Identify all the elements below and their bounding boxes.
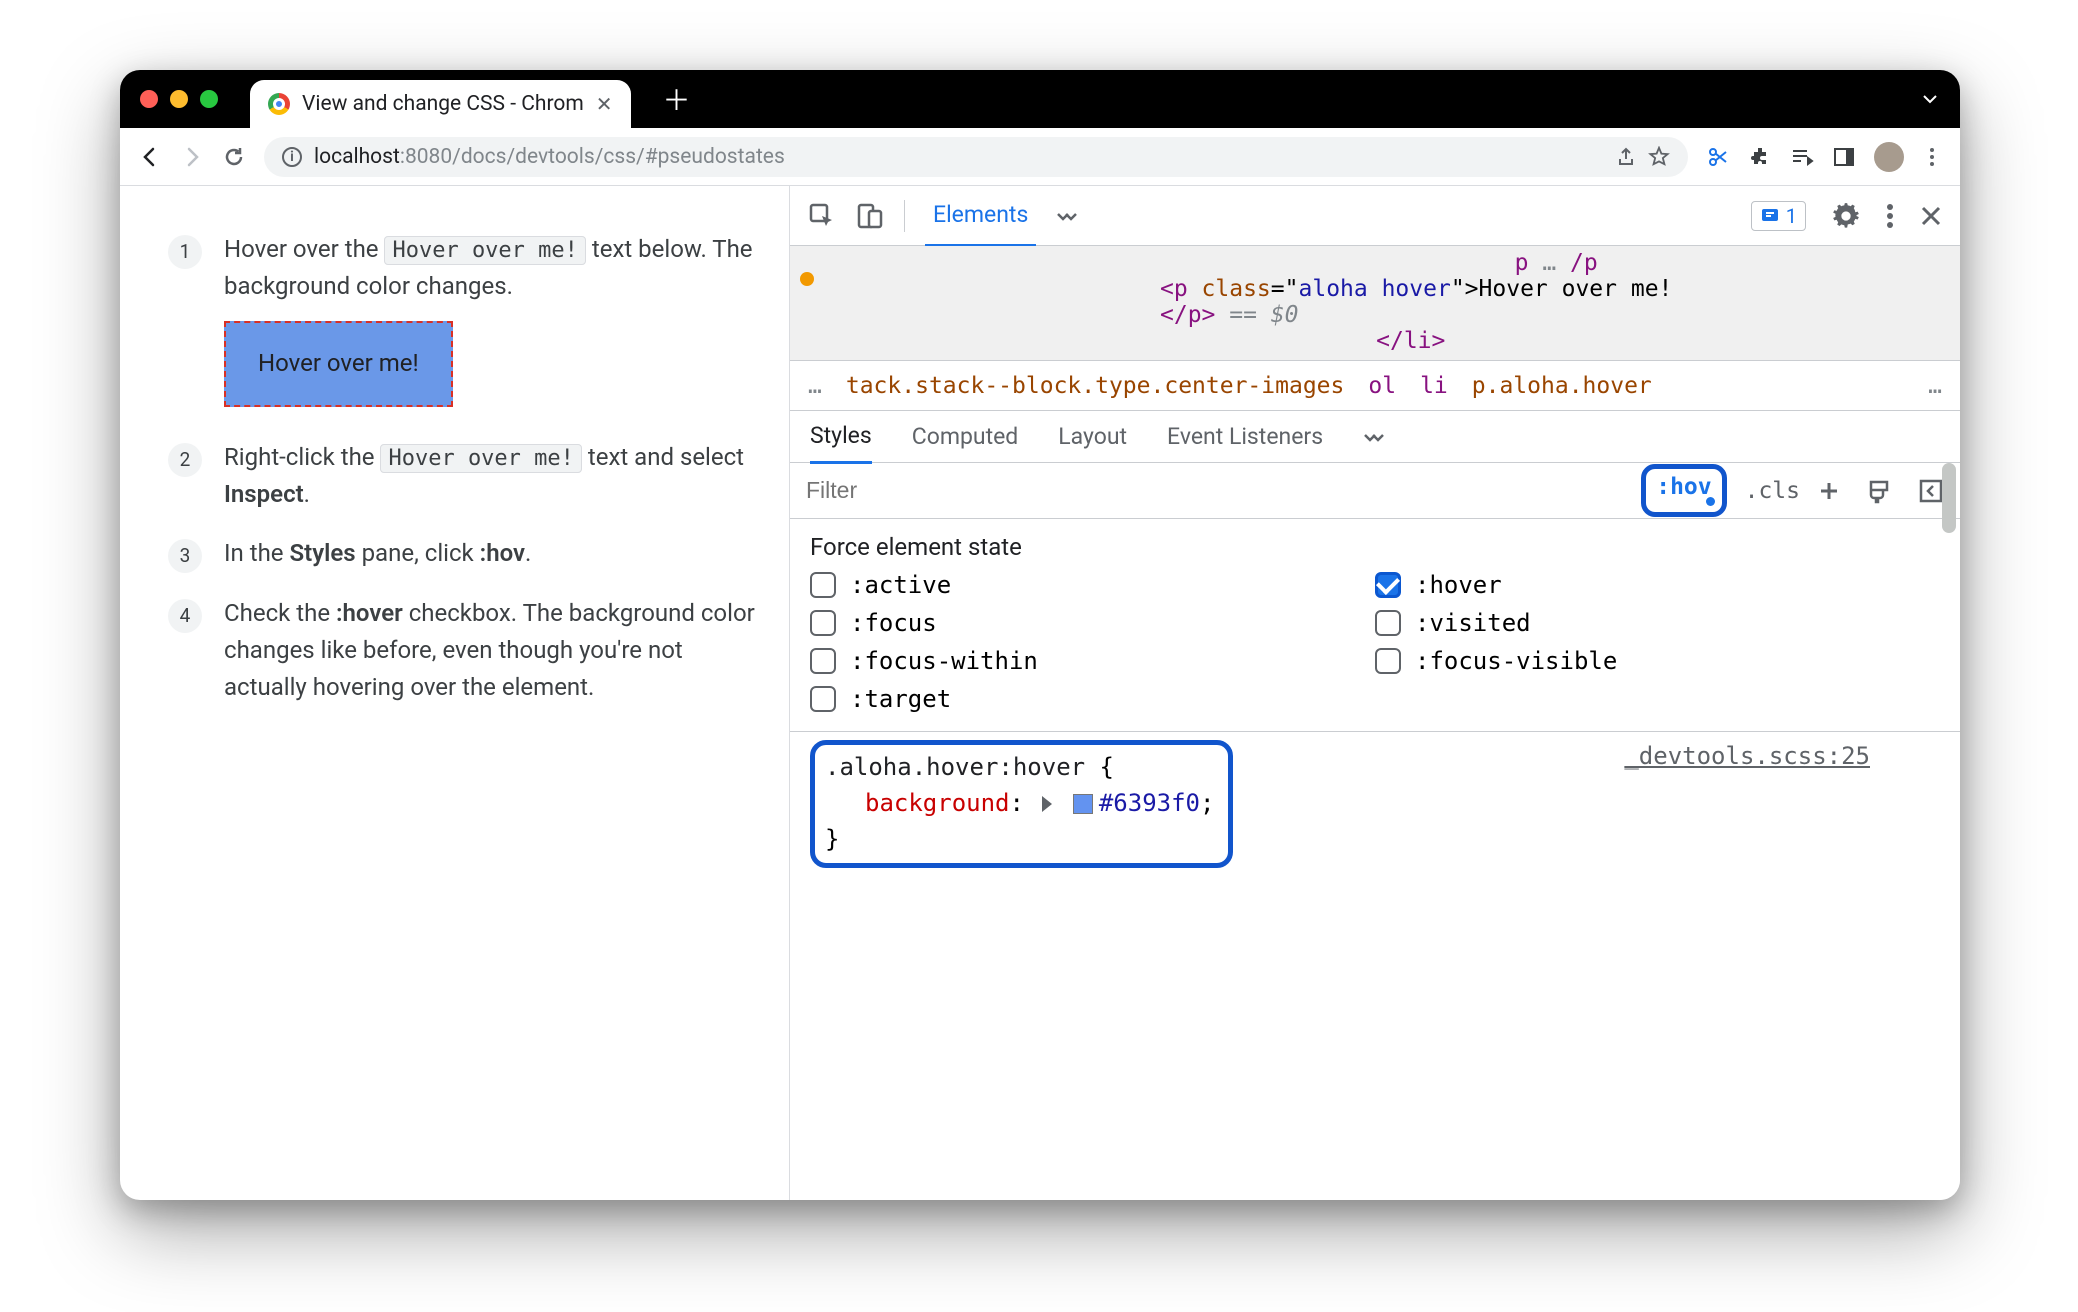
device-toggle-icon[interactable]	[856, 202, 884, 230]
crumb-dots[interactable]: …	[808, 373, 822, 399]
reload-button[interactable]	[222, 145, 246, 169]
step-2-text: Right-click the Hover over me! text and …	[224, 439, 759, 513]
step-number: 2	[168, 443, 202, 477]
chrome-menu-icon[interactable]	[1922, 147, 1942, 167]
url-toolbar: i localhost:8080/docs/devtools/css/#pseu…	[120, 128, 1960, 186]
crumb-tail[interactable]: …	[1928, 373, 1942, 399]
close-devtools-icon[interactable]	[1920, 205, 1942, 227]
share-icon[interactable]	[1616, 147, 1636, 167]
maximize-window-button[interactable]	[200, 90, 218, 108]
rule-property-value[interactable]: #6393f0	[1099, 789, 1200, 817]
scissors-icon[interactable]	[1706, 145, 1730, 169]
toggle-cls-button[interactable]: .cls	[1745, 478, 1800, 504]
expand-shorthand-icon[interactable]	[1042, 796, 1052, 812]
dom-closing-tag: </p> == $0	[820, 302, 1960, 328]
tab-elements[interactable]: Elements	[925, 185, 1036, 247]
crumb-ancestor[interactable]: tack.stack--block.type.center-images	[846, 373, 1345, 399]
step-number: 4	[168, 599, 202, 633]
more-subtabs-icon[interactable]	[1363, 426, 1385, 448]
state-focus-checkbox[interactable]: :focus	[810, 609, 1375, 637]
browser-tab[interactable]: View and change CSS - Chrom ✕	[250, 80, 631, 128]
step-3-text: In the Styles pane, click :hov.	[224, 535, 759, 573]
inline-code: Hover over me!	[384, 236, 585, 265]
new-style-rule-icon[interactable]	[1818, 480, 1840, 502]
state-visited-checkbox[interactable]: :visited	[1375, 609, 1940, 637]
page-content: 1 Hover over the Hover over me! text bel…	[120, 186, 790, 1200]
scrollbar[interactable]	[1942, 463, 1956, 533]
breadcrumb[interactable]: … tack.stack--block.type.center-images o…	[790, 361, 1960, 411]
profile-avatar[interactable]	[1874, 142, 1904, 172]
extensions-icon[interactable]	[1748, 145, 1772, 169]
window-controls	[140, 90, 218, 108]
crumb-li[interactable]: li	[1420, 373, 1448, 399]
state-active-checkbox[interactable]: :active	[810, 571, 1375, 599]
step-number: 3	[168, 539, 202, 573]
rule-selector[interactable]: .aloha.hover:hover	[825, 753, 1085, 781]
inline-code: Hover over me!	[380, 444, 581, 473]
site-info-icon[interactable]: i	[282, 147, 302, 167]
more-tabs-icon[interactable]	[1056, 205, 1078, 227]
dom-tree[interactable]: p … /p <p class="aloha hover">Hover over…	[790, 246, 1960, 361]
force-state-title: Force element state	[810, 533, 1940, 561]
address-bar[interactable]: i localhost:8080/docs/devtools/css/#pseu…	[264, 137, 1688, 177]
inspect-element-icon[interactable]	[808, 202, 836, 230]
pseudo-state-indicator-icon	[800, 272, 814, 286]
styles-subtabs: Styles Computed Layout Event Listeners	[790, 411, 1960, 463]
devtools-toolbar: Elements 1	[790, 186, 1960, 246]
tab-title: View and change CSS - Chrom	[302, 92, 584, 116]
issues-button[interactable]: 1	[1751, 201, 1806, 231]
subtab-computed[interactable]: Computed	[912, 423, 1019, 450]
toggle-hov-button[interactable]: :hov	[1641, 464, 1726, 517]
subtab-styles[interactable]: Styles	[810, 410, 872, 464]
settings-gear-icon[interactable]	[1832, 202, 1860, 230]
titlebar: View and change CSS - Chrom ✕ ＋	[120, 70, 1960, 128]
rule-source-link[interactable]: _devtools.scss:25	[1624, 742, 1870, 770]
styles-filter-input[interactable]	[806, 477, 1623, 504]
minimize-window-button[interactable]	[170, 90, 188, 108]
subtab-layout[interactable]: Layout	[1058, 423, 1127, 450]
state-target-checkbox[interactable]: :target	[810, 685, 1375, 713]
state-focus-visible-checkbox[interactable]: :focus-visible	[1375, 647, 1940, 675]
css-rule[interactable]: _devtools.scss:25 .aloha.hover:hover { b…	[790, 732, 1960, 888]
state-hover-checkbox[interactable]: :hover	[1375, 571, 1940, 599]
computed-sidebar-icon[interactable]	[1918, 478, 1944, 504]
close-tab-icon[interactable]: ✕	[596, 92, 613, 116]
close-window-button[interactable]	[140, 90, 158, 108]
dom-following-line: </li>	[820, 328, 1960, 354]
back-button[interactable]	[138, 145, 162, 169]
dom-selected-element[interactable]: <p class="aloha hover">Hover over me!	[820, 276, 1960, 302]
bookmark-star-icon[interactable]	[1648, 146, 1670, 168]
forward-button[interactable]	[180, 145, 204, 169]
step-4-text: Check the :hover checkbox. The backgroun…	[224, 595, 759, 707]
state-focus-within-checkbox[interactable]: :focus-within	[810, 647, 1375, 675]
step-number: 1	[168, 235, 202, 269]
chrome-logo-icon	[268, 93, 290, 115]
side-panel-icon[interactable]	[1832, 145, 1856, 169]
browser-window: View and change CSS - Chrom ✕ ＋ i localh…	[120, 70, 1960, 1200]
step-1-text: Hover over the Hover over me! text below…	[224, 231, 759, 417]
tab-overflow-icon[interactable]	[1920, 89, 1940, 109]
subtab-event-listeners[interactable]: Event Listeners	[1167, 423, 1323, 450]
crumb-ol[interactable]: ol	[1368, 373, 1396, 399]
url-text: localhost:8080/docs/devtools/css/#pseudo…	[314, 145, 785, 169]
new-tab-button[interactable]: ＋	[663, 79, 691, 119]
paint-brush-icon[interactable]	[1866, 478, 1892, 504]
devtools-menu-icon[interactable]	[1886, 203, 1894, 229]
highlighted-rule: .aloha.hover:hover { background: #6393f0…	[810, 740, 1233, 868]
styles-filter-row: :hov .cls	[790, 463, 1960, 519]
hover-demo-box[interactable]: Hover over me!	[224, 321, 453, 406]
devtools-panel: Elements 1 p … /p <p class="a	[790, 186, 1960, 1200]
playlist-icon[interactable]	[1790, 145, 1814, 169]
dom-collapsed-line: p … /p	[820, 250, 1960, 276]
color-swatch-icon[interactable]	[1073, 794, 1093, 814]
crumb-selected[interactable]: p.aloha.hover	[1472, 373, 1652, 399]
rule-property-name[interactable]: background	[865, 789, 1010, 817]
force-element-state-section: Force element state :active :hover :focu…	[790, 519, 1960, 732]
